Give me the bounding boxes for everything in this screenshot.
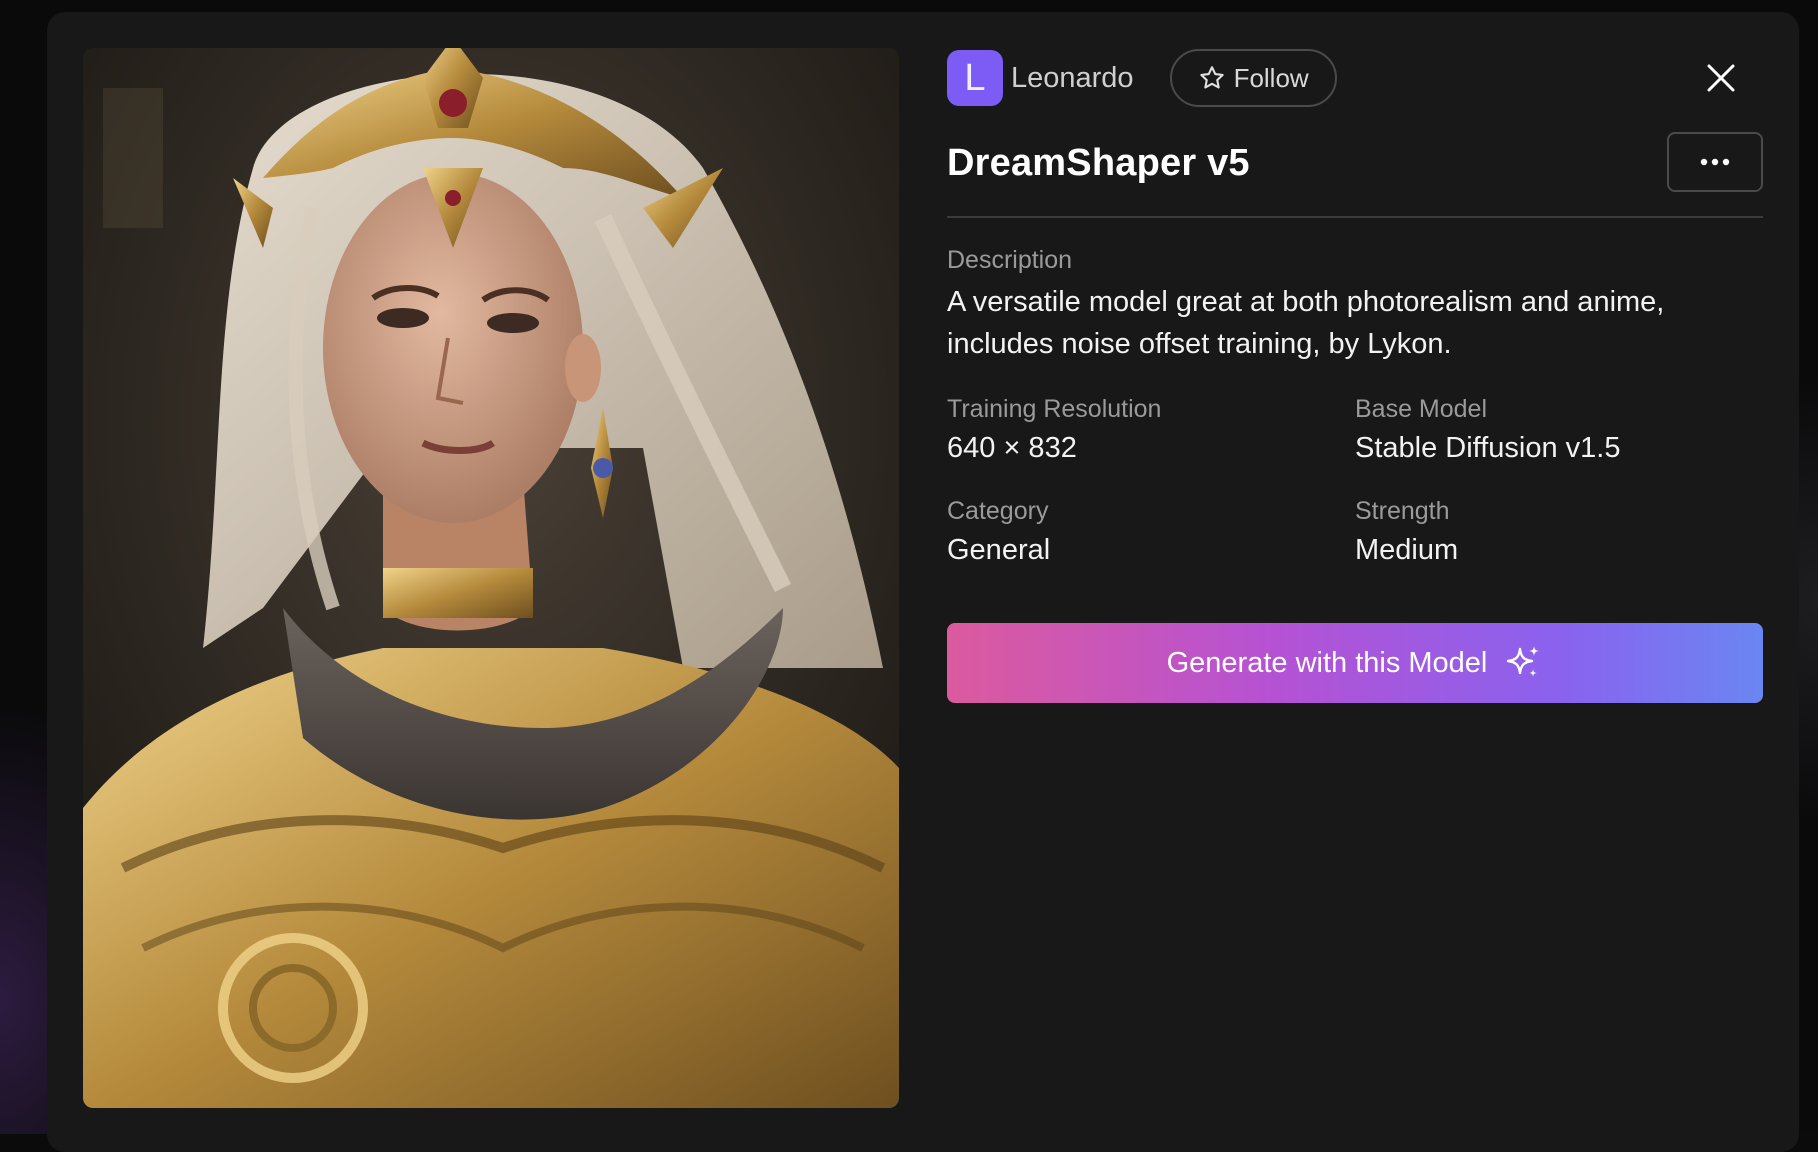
model-details-grid: Training Resolution 640 × 832 Base Model…: [947, 395, 1763, 567]
category-label: Category: [947, 497, 1355, 526]
model-info-panel: L Leonardo Follow DreamShaper v5: [947, 48, 1763, 703]
model-detail-modal: L Leonardo Follow DreamShaper v5: [47, 12, 1799, 1152]
sparkles-icon: [1503, 643, 1543, 683]
close-button[interactable]: [1697, 54, 1745, 102]
base-model-value: Stable Diffusion v1.5: [1355, 432, 1763, 465]
training-resolution-field: Training Resolution 640 × 832: [947, 395, 1355, 465]
base-model-label: Base Model: [1355, 395, 1763, 424]
more-horizontal-icon: [1700, 158, 1730, 166]
follow-button[interactable]: Follow: [1170, 49, 1337, 107]
description-text: A versatile model great at both photorea…: [947, 281, 1747, 365]
category-value: General: [947, 534, 1355, 567]
header-divider: [947, 216, 1763, 218]
creator-row: L Leonardo Follow: [947, 48, 1763, 108]
base-model-field: Base Model Stable Diffusion v1.5: [1355, 395, 1763, 465]
strength-label: Strength: [1355, 497, 1763, 526]
close-icon: [1706, 63, 1736, 93]
creator-avatar[interactable]: L: [947, 50, 1003, 106]
category-field: Category General: [947, 497, 1355, 567]
strength-field: Strength Medium: [1355, 497, 1763, 567]
more-options-button[interactable]: [1667, 132, 1763, 192]
follow-label: Follow: [1234, 63, 1309, 94]
creator-name[interactable]: Leonardo: [1011, 62, 1134, 95]
generate-with-model-button[interactable]: Generate with this Model: [947, 623, 1763, 703]
model-title: DreamShaper v5: [947, 142, 1250, 185]
title-row: DreamShaper v5: [947, 132, 1763, 194]
description-label: Description: [947, 246, 1763, 275]
generate-label: Generate with this Model: [1167, 647, 1488, 680]
model-preview-image: [83, 48, 899, 1108]
star-icon: [1198, 64, 1226, 92]
training-resolution-value: 640 × 832: [947, 432, 1355, 465]
strength-value: Medium: [1355, 534, 1763, 567]
description-section: Description A versatile model great at b…: [947, 246, 1763, 365]
training-resolution-label: Training Resolution: [947, 395, 1355, 424]
